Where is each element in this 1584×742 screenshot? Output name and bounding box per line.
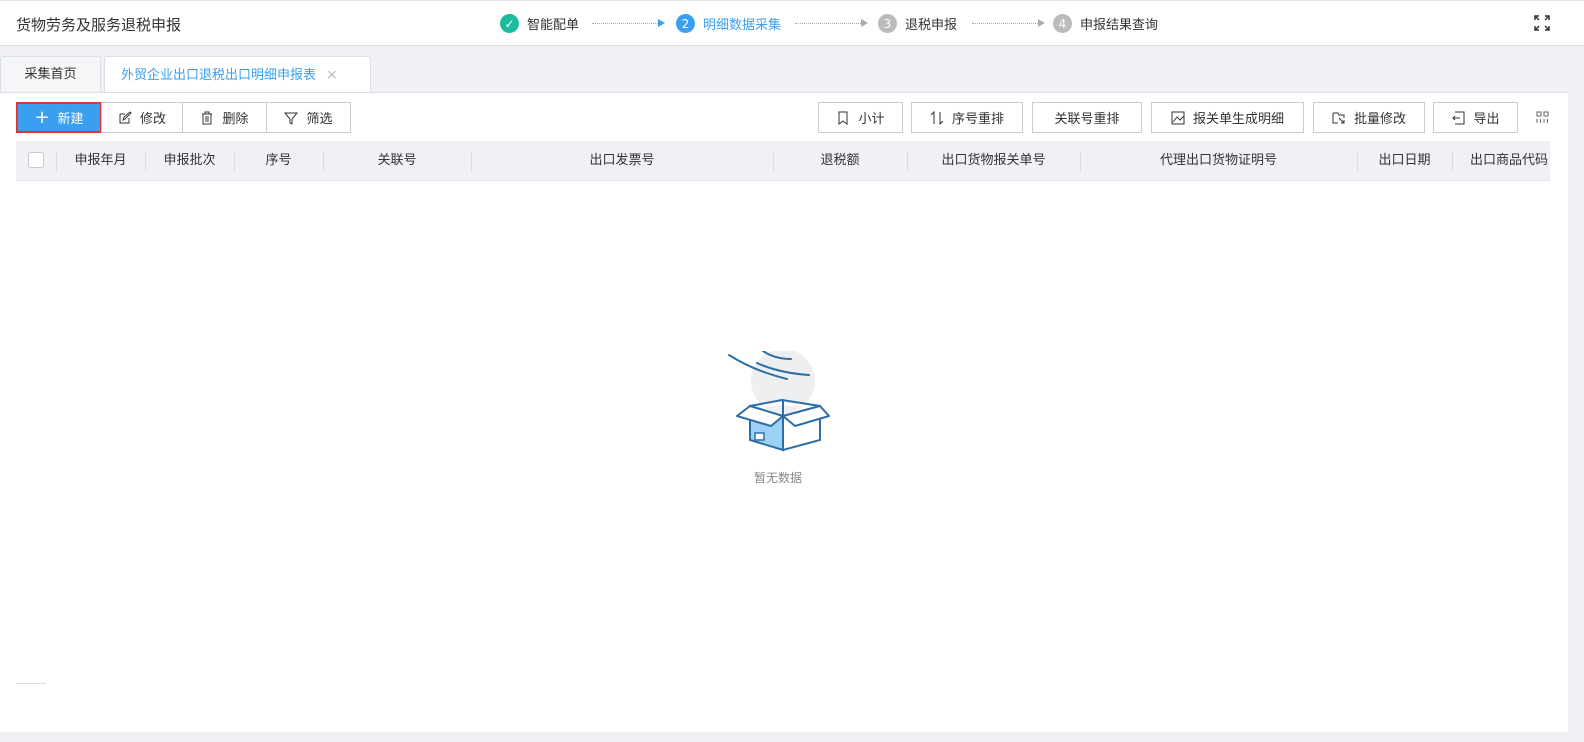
tab-collection-home[interactable]: 采集首页 — [0, 56, 101, 93]
step-number: 3 — [878, 14, 897, 33]
tab-export-detail-report[interactable]: 外贸企业出口退税出口明细申报表 × — [104, 56, 371, 94]
subtotal-button[interactable]: 小计 — [818, 102, 903, 133]
batch-edit-icon — [1332, 112, 1345, 123]
column-header[interactable]: 出口日期 — [1357, 141, 1452, 180]
sort-icon — [930, 110, 944, 125]
step-4: 4 申报结果查询 — [1053, 14, 1158, 33]
delete-button[interactable]: 删除 — [182, 102, 267, 133]
step-1: ✓ 智能配单 — [500, 14, 579, 33]
step-connector — [972, 23, 1038, 24]
step-connector — [592, 23, 658, 24]
tab-label: 采集首页 — [24, 67, 77, 82]
tab-bar: 采集首页 外贸企业出口退税出口明细申报表 × — [0, 47, 1584, 94]
step-label: 退税申报 — [905, 18, 958, 33]
filter-button[interactable]: 筛选 — [266, 102, 351, 133]
arrow-icon — [861, 19, 868, 27]
select-all-checkbox[interactable] — [28, 152, 44, 168]
column-header[interactable]: 出口商品代码 — [1452, 141, 1550, 180]
column-header[interactable]: 出口货物报关单号 — [907, 141, 1080, 180]
trash-icon — [202, 111, 213, 124]
table-header: 申报年月 申报批次 序号 关联号 出口发票号 退税额 出口货物报关单号 代理出口… — [16, 141, 1550, 181]
step-label: 申报结果查询 — [1080, 18, 1159, 33]
image-icon — [1171, 111, 1185, 124]
button-label: 关联号重排 — [1054, 112, 1120, 127]
reorder-serial-button[interactable]: 序号重排 — [911, 102, 1023, 133]
batch-edit-button[interactable]: 批量修改 — [1313, 102, 1425, 133]
reorder-link-button[interactable]: 关联号重排 — [1032, 102, 1142, 133]
button-label: 序号重排 — [951, 112, 1004, 127]
empty-state: 暂无数据 — [723, 349, 833, 486]
columns-icon[interactable] — [1536, 111, 1549, 124]
button-label: 报关单生成明细 — [1192, 112, 1284, 127]
fullscreen-icon[interactable] — [1534, 15, 1550, 31]
empty-box-icon — [728, 349, 830, 452]
header: 货物劳务及服务退税申报 ✓ 智能配单 2 明细数据采集 3 退税申报 4 申报结果查询 — [0, 0, 1584, 46]
export-button[interactable]: 导出 — [1433, 102, 1518, 133]
button-label: 筛选 — [306, 112, 333, 127]
edit-button[interactable]: 修改 — [101, 102, 183, 133]
column-header[interactable]: 申报批次 — [145, 141, 234, 180]
filter-icon — [284, 112, 299, 125]
column-header[interactable]: 关联号 — [323, 141, 471, 180]
step-label: 明细数据采集 — [703, 18, 782, 33]
step-2: 2 明细数据采集 — [676, 14, 781, 33]
column-header[interactable]: 申报年月 — [56, 141, 145, 180]
button-label: 导出 — [1473, 112, 1500, 127]
edit-icon — [119, 110, 132, 123]
button-label: 新建 — [57, 112, 84, 127]
new-button[interactable]: + 新建 — [16, 102, 102, 133]
arrow-icon — [1038, 19, 1045, 27]
check-icon: ✓ — [500, 14, 519, 33]
step-number: 2 — [676, 14, 695, 33]
button-label: 批量修改 — [1353, 112, 1406, 127]
button-label: 修改 — [139, 112, 166, 127]
arrow-icon — [658, 19, 665, 27]
generate-from-customs-button[interactable]: 报关单生成明细 — [1151, 102, 1304, 133]
bookmark-icon — [838, 111, 848, 125]
column-header[interactable]: 出口发票号 — [471, 141, 773, 180]
column-header[interactable]: 退税额 — [773, 141, 907, 180]
close-icon[interactable]: × — [326, 67, 338, 83]
step-connector — [795, 23, 861, 24]
horizontal-scrollbar[interactable] — [16, 683, 46, 684]
column-header[interactable]: 序号 — [234, 141, 323, 180]
step-number: 4 — [1053, 14, 1072, 33]
empty-text: 暂无数据 — [753, 471, 802, 485]
plus-icon: + — [34, 106, 50, 128]
column-header[interactable]: 代理出口货物证明号 — [1080, 141, 1357, 180]
page-title: 货物劳务及服务退税申报 — [16, 16, 182, 34]
export-icon — [1452, 111, 1465, 124]
button-label: 删除 — [222, 112, 249, 127]
tab-label: 外贸企业出口退税出口明细申报表 — [121, 68, 317, 83]
main-panel: + 新建 修改 删除 筛选 小计 序号重排 关联号重排 报关单生成明细 批量修改 … — [0, 92, 1568, 732]
step-label: 智能配单 — [527, 18, 580, 33]
step-3: 3 退税申报 — [878, 14, 957, 33]
button-label: 小计 — [858, 112, 885, 127]
